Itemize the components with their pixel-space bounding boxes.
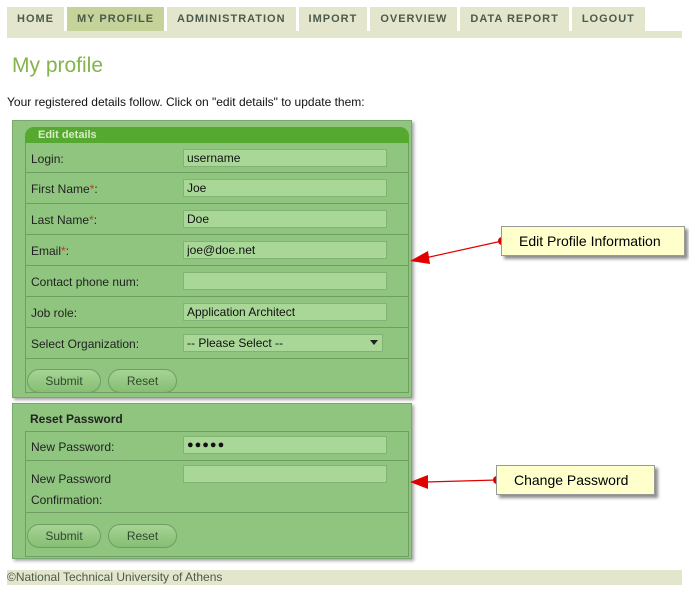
change-password-callout: Change Password bbox=[496, 465, 655, 495]
annotation-arrows bbox=[410, 237, 506, 489]
edit-profile-callout: Edit Profile Information bbox=[501, 226, 685, 256]
edit-profile-arrow bbox=[410, 237, 506, 264]
footer: ©National Technical University of Athens bbox=[7, 570, 682, 585]
change-password-arrow bbox=[410, 475, 501, 489]
